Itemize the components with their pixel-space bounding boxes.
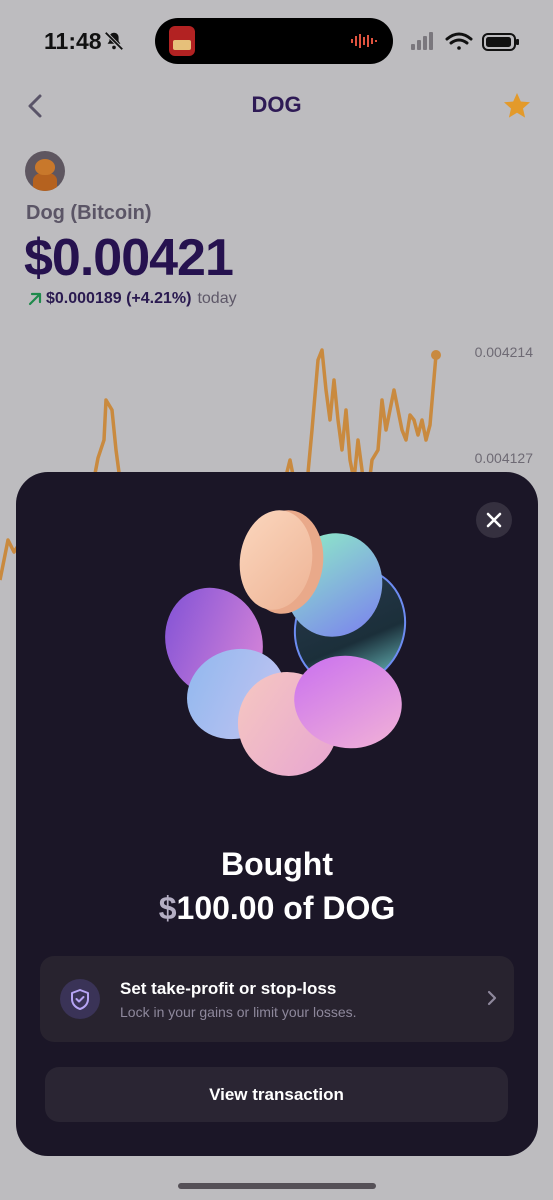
amount-text: 100.00 of DOG bbox=[176, 890, 396, 926]
asset-avatar bbox=[25, 151, 65, 191]
arrow-up-right-icon bbox=[28, 292, 42, 306]
take-profit-stop-loss-card[interactable]: Set take-profit or stop-loss Lock in you… bbox=[40, 956, 514, 1042]
star-icon bbox=[504, 93, 530, 118]
dynamic-island bbox=[155, 18, 393, 64]
home-indicator[interactable] bbox=[178, 1183, 376, 1189]
close-button[interactable] bbox=[476, 502, 512, 538]
current-price-dot bbox=[431, 350, 441, 360]
tpsl-subtitle: Lock in your gains or limit your losses. bbox=[120, 1004, 357, 1020]
status-time: 11:48 bbox=[44, 28, 102, 54]
audio-waveform-icon bbox=[351, 34, 377, 48]
change-value: $0.000189 (+4.21%) bbox=[46, 290, 192, 307]
page-title: DOG bbox=[251, 92, 302, 117]
signal-icon bbox=[411, 32, 433, 50]
tick-label-high: 0.004214 bbox=[474, 344, 533, 360]
wifi-icon bbox=[445, 32, 473, 50]
price-change: $0.000189 (+4.21%) today bbox=[28, 290, 237, 308]
bell-off-icon bbox=[104, 31, 124, 51]
now-playing-thumbnail bbox=[169, 26, 195, 56]
modal-title: Bought bbox=[221, 846, 333, 882]
battery-icon bbox=[482, 33, 519, 51]
asset-name: Dog (Bitcoin) bbox=[26, 202, 152, 224]
favorite-button[interactable] bbox=[501, 90, 533, 122]
tpsl-title: Set take-profit or stop-loss bbox=[120, 979, 337, 998]
tick-label-low: 0.004127 bbox=[474, 450, 533, 466]
change-period: today bbox=[197, 290, 237, 307]
view-transaction-button[interactable]: View transaction bbox=[45, 1067, 508, 1122]
chevron-right-icon bbox=[487, 990, 497, 1006]
amount-currency: $ bbox=[158, 890, 177, 926]
shield-check-icon bbox=[71, 989, 89, 1010]
asset-price: $0.00421 bbox=[24, 229, 234, 287]
status-bar: 11:48 bbox=[0, 0, 553, 80]
purchase-amount: $100.00 of DOG bbox=[16, 890, 538, 927]
purchase-confirmation-sheet: Bought $100.00 of DOG Set take-profit or… bbox=[16, 472, 538, 1156]
shield-icon-wrap bbox=[60, 979, 100, 1019]
status-indicators bbox=[411, 32, 519, 51]
coins-illustration bbox=[165, 510, 407, 776]
close-icon bbox=[486, 512, 502, 528]
